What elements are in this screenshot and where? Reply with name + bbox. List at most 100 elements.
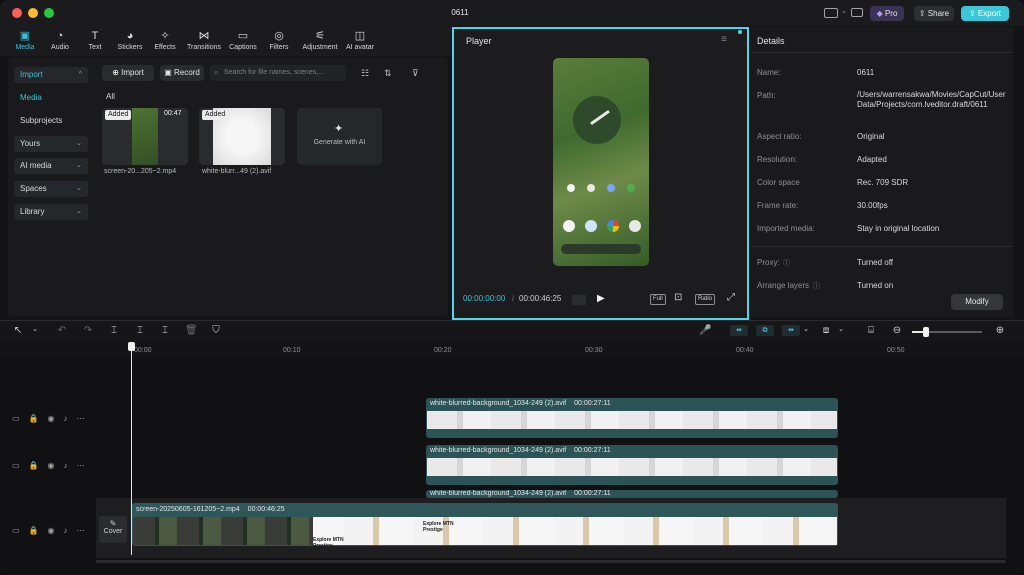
- lock-icon[interactable]: 🔒: [29, 526, 48, 535]
- sidebar-item-spaces[interactable]: Spaces ⌄: [14, 181, 88, 197]
- sidebar-item-ai-media[interactable]: AI media ⌄: [14, 158, 88, 174]
- modify-button[interactable]: Modify: [951, 294, 1003, 310]
- app-icon: [567, 184, 575, 192]
- ruler-tick: 00:10: [283, 347, 301, 354]
- minimize-window-button[interactable]: [28, 8, 38, 18]
- zoom-slider-handle[interactable]: [923, 327, 929, 337]
- more-icon[interactable]: ⋯: [77, 526, 94, 535]
- filter-icon[interactable]: ⊽: [412, 68, 419, 79]
- tab-stickers[interactable]: ◕ Stickers: [110, 30, 150, 51]
- fullscreen-icon[interactable]: ⤢: [727, 292, 735, 303]
- video-track-icon[interactable]: ▭: [12, 461, 29, 470]
- record-button[interactable]: ▣ Record: [160, 65, 204, 81]
- timeline-scrollbar[interactable]: [96, 560, 1006, 563]
- eye-icon[interactable]: ◉: [48, 461, 64, 470]
- ratio-button[interactable]: Ratio: [695, 294, 716, 305]
- tab-audio[interactable]: ◔ Audio: [40, 30, 80, 51]
- magnet-icon[interactable]: ⇹: [782, 325, 800, 336]
- crop-icon[interactable]: ⊡: [674, 292, 682, 303]
- chevron-down-icon[interactable]: ⌄: [29, 325, 41, 333]
- tab-effects[interactable]: ✧ Effects: [145, 30, 185, 51]
- window-title: 0611: [451, 8, 469, 17]
- sidebar-item-media[interactable]: Media: [20, 93, 42, 102]
- microphone-icon[interactable]: 🎤: [699, 325, 711, 336]
- preview-axis-icon[interactable]: ⧈: [820, 325, 832, 336]
- cover-button[interactable]: ✎ Cover: [99, 516, 127, 543]
- lock-icon[interactable]: 🔒: [29, 414, 48, 423]
- chevron-down-icon[interactable]: ⌄: [835, 325, 847, 333]
- zoom-in-icon[interactable]: ⊕: [994, 325, 1006, 336]
- main-clip-title: screen-20250605-161205~2.mp4 00:00:46:25: [136, 506, 285, 513]
- effects-icon: ✧: [160, 30, 170, 42]
- menu-icon[interactable]: ≡: [721, 34, 727, 45]
- grid-view-icon[interactable]: ☷: [361, 68, 369, 79]
- tab-ai-avatar[interactable]: ◫ AI avatar: [340, 30, 380, 51]
- search-input[interactable]: Search for file names, scenes,...: [210, 65, 346, 81]
- clip-title: white-blurred-background_1034-249 (2).av…: [430, 447, 611, 454]
- eye-icon[interactable]: ◉: [48, 414, 64, 423]
- link-clips-icon[interactable]: ⇹: [730, 325, 748, 336]
- lock-icon[interactable]: 🔒: [29, 461, 48, 470]
- pro-button[interactable]: ◆ Pro: [870, 6, 904, 21]
- full-button[interactable]: Full: [650, 294, 666, 305]
- tab-media[interactable]: ▣ Media: [5, 30, 45, 51]
- filter-all[interactable]: All: [106, 92, 115, 101]
- split-left-icon[interactable]: ⌶: [134, 325, 146, 336]
- share-button[interactable]: ⇪ Share: [914, 6, 954, 21]
- playhead-handle[interactable]: [128, 342, 135, 351]
- play-icon[interactable]: ▶: [597, 293, 605, 304]
- eye-icon[interactable]: ◉: [48, 526, 64, 535]
- volume-icon[interactable]: ♪: [64, 414, 77, 423]
- sort-icon[interactable]: ⇅: [384, 68, 392, 79]
- redo-icon[interactable]: ↷: [82, 325, 94, 336]
- tab-transitions[interactable]: ⋈ Transitions: [184, 30, 224, 51]
- media-card-name: screen-20...205~2.mp4: [104, 168, 177, 175]
- delete-icon[interactable]: 🗑: [185, 325, 198, 336]
- tab-filters[interactable]: ◎ Filters: [259, 30, 299, 51]
- select-tool-icon[interactable]: ↖: [12, 325, 24, 336]
- share-label: Share: [927, 9, 950, 18]
- sidebar-item-import[interactable]: Import ^: [14, 67, 88, 83]
- layout-icon[interactable]: [824, 8, 838, 18]
- clip-name: white-blurred-background_1034-249 (2).av…: [430, 490, 567, 497]
- generate-with-ai-card[interactable]: ✦ Generate with AI: [297, 108, 382, 165]
- sidebar-item-subprojects[interactable]: Subprojects: [20, 116, 62, 125]
- sidebar-item-library[interactable]: Library ⌄: [14, 204, 88, 220]
- media-icon: ▣: [19, 30, 31, 42]
- info-icon[interactable]: ⓘ: [813, 281, 820, 291]
- detail-value: Rec. 709 SDR: [857, 178, 909, 187]
- chevron-down-icon[interactable]: ⌄: [800, 325, 812, 333]
- audio-icon: ◔: [56, 30, 64, 42]
- detail-label: Resolution:: [757, 155, 798, 164]
- video-track-icon[interactable]: ▭: [12, 414, 29, 423]
- volume-icon[interactable]: ♪: [64, 461, 77, 470]
- more-icon[interactable]: ⋯: [77, 461, 94, 470]
- detail-label: Proxy:: [757, 258, 780, 267]
- close-window-button[interactable]: [12, 8, 22, 18]
- time-ruler[interactable]: [96, 342, 1024, 358]
- shield-icon[interactable]: ⛉: [210, 325, 222, 336]
- volume-icon[interactable]: ♪: [64, 526, 77, 535]
- tab-adjustment[interactable]: ⚟ Adjustment: [298, 30, 342, 51]
- zoom-window-button[interactable]: [44, 8, 54, 18]
- zoom-out-icon[interactable]: ⊖: [891, 325, 903, 336]
- tab-captions[interactable]: ▭ Captions: [223, 30, 263, 51]
- tab-text[interactable]: T Text: [75, 30, 115, 51]
- more-icon[interactable]: ⋯: [77, 414, 94, 423]
- generate-label: Generate with AI: [313, 139, 366, 146]
- split-icon[interactable]: ⌶: [108, 325, 120, 336]
- info-icon[interactable]: ⓘ: [783, 258, 790, 268]
- snap-icon[interactable]: ⧉: [756, 325, 774, 336]
- undo-icon[interactable]: ↶: [56, 325, 68, 336]
- sidebar-item-yours[interactable]: Yours ⌄: [14, 136, 88, 152]
- shortcut-icon[interactable]: [851, 8, 863, 17]
- chevron-down-icon[interactable]: ⌄: [841, 7, 847, 15]
- export-button[interactable]: ⇪ Export: [961, 6, 1009, 21]
- clip-title: white-blurred-background_1034-249 (2).av…: [430, 490, 611, 498]
- fit-icon[interactable]: ⌸: [865, 325, 877, 336]
- split-right-icon[interactable]: ⌶: [159, 325, 171, 336]
- import-button[interactable]: ⊕ Import: [102, 65, 154, 81]
- video-track-icon[interactable]: ▭: [12, 526, 29, 535]
- playhead[interactable]: [131, 343, 132, 555]
- chevron-down-icon: ⌄: [76, 140, 82, 147]
